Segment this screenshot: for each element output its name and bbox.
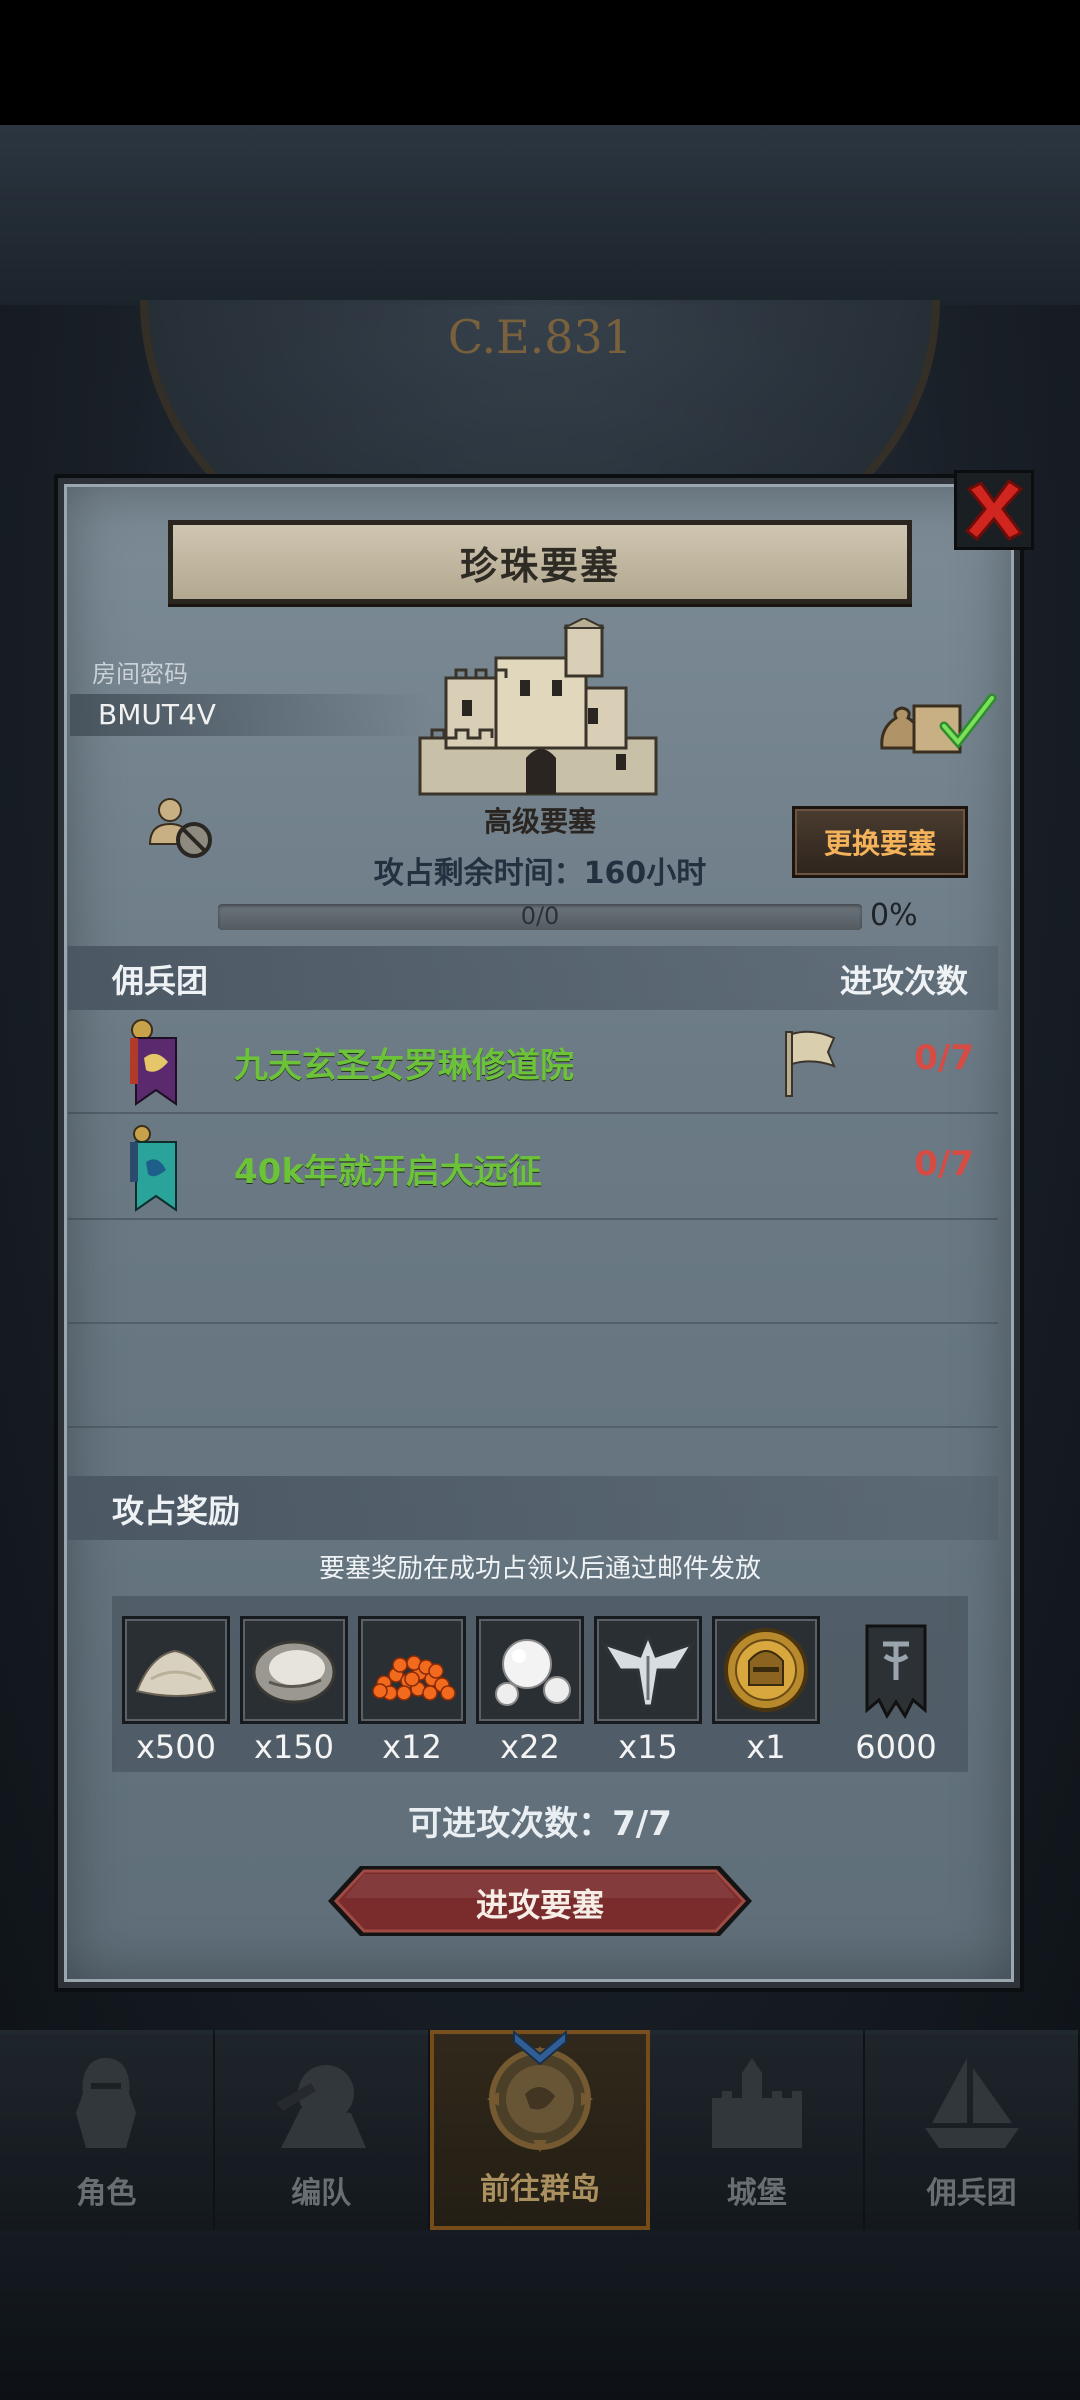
attack-count-header: 进攻次数	[839, 962, 968, 1000]
nav-label: 城堡	[726, 2176, 787, 2211]
capture-progress-bar: 0/0	[218, 902, 862, 930]
reward-note: 要塞奖励在成功占领以后通过邮件发放	[318, 1554, 761, 1584]
roe-bead	[404, 1671, 420, 1687]
reward-item[interactable]: 6000	[842, 1616, 950, 1766]
roe-bead	[396, 1685, 412, 1701]
reward-item[interactable]: x15	[594, 1616, 702, 1766]
fortress-icon	[416, 616, 660, 796]
mercenary-header: 佣兵团	[112, 962, 209, 1000]
mercenary-attack-count: 0/7	[914, 1144, 974, 1184]
mercenary-row[interactable]: 40k年就开启大远征 0/7	[68, 1116, 998, 1220]
nav-label: 佣兵团	[926, 2176, 1017, 2211]
empty-row-divider	[68, 1426, 998, 1428]
room-code: BMUT4V	[98, 698, 216, 731]
close-button[interactable]	[954, 470, 1034, 550]
reward-header: 攻占奖励	[112, 1492, 241, 1530]
winged-crest-icon	[594, 1616, 702, 1724]
roe-bead	[372, 1683, 388, 1699]
remaining-attacks: 可进攻次数：7/7	[408, 1804, 672, 1844]
bottom-nav: 角色 编队 前往群岛 城堡 佣兵团	[0, 2028, 1080, 2230]
nav-label: 角色	[76, 2176, 137, 2211]
title-banner: 珍珠要塞	[168, 520, 912, 604]
reward-qty: x12	[382, 1728, 442, 1766]
mercenary-name: 九天玄圣女罗琳修道院	[234, 1046, 574, 1086]
close-icon	[964, 478, 1024, 542]
reward-qty: x500	[135, 1728, 216, 1766]
dialog-title: 珍珠要塞	[459, 543, 620, 588]
roe-bead	[422, 1685, 438, 1701]
background-band	[0, 125, 1080, 305]
oyster-icon	[240, 1616, 348, 1724]
formation-icon	[266, 2048, 376, 2158]
roe-bead	[440, 1685, 456, 1701]
guild-banner-icon	[124, 1124, 184, 1214]
nav-label: 编队	[291, 2176, 352, 2211]
nav-item-character[interactable]: 角色	[0, 2030, 215, 2230]
reward-qty: x1	[746, 1728, 786, 1766]
time-remaining: 攻占剩余时间：160小时	[373, 856, 707, 891]
background-bottom	[0, 2230, 1080, 2400]
reward-item[interactable]: x1	[712, 1616, 820, 1766]
reward-qty: x150	[253, 1728, 334, 1766]
guild-banner-icon	[842, 1616, 950, 1724]
roe-bead	[428, 1663, 444, 1679]
reward-item[interactable]: x12	[358, 1616, 466, 1766]
mercenary-attack-count: 0/7	[914, 1038, 974, 1078]
attack-fortress-label: 进攻要塞	[475, 1886, 604, 1924]
nav-item-formation[interactable]: 编队	[215, 2030, 430, 2230]
nav-item-castle[interactable]: 城堡	[650, 2030, 866, 2230]
attack-fortress-button[interactable]: 进攻要塞	[326, 1862, 754, 1940]
empty-row-divider	[68, 1322, 998, 1324]
reward-qty: x15	[618, 1728, 678, 1766]
mercenary-name: 40k年就开启大远征	[234, 1152, 542, 1192]
nav-label: 前往群岛	[479, 2172, 600, 2207]
flag-icon	[782, 1028, 838, 1098]
reward-qty: 6000	[855, 1728, 937, 1766]
fish-roe-icon	[358, 1616, 466, 1724]
mercenary-row[interactable]: 九天玄圣女罗琳修道院 0/7	[68, 1010, 998, 1114]
reward-claimed-icon	[878, 688, 998, 758]
reward-item[interactable]: x500	[122, 1616, 230, 1766]
reward-qty: x22	[500, 1728, 560, 1766]
pearl-icon	[476, 1616, 584, 1724]
reward-item[interactable]: x22	[476, 1616, 584, 1766]
flour-pile-icon	[122, 1616, 230, 1724]
progress-percent: 0%	[870, 898, 918, 933]
chevron-down-icon	[510, 2028, 570, 2068]
guild-banner-icon	[124, 1018, 184, 1108]
gold-helmet-coin-icon	[712, 1616, 820, 1724]
room-code-label: 房间密码	[92, 660, 188, 688]
nav-item-islands[interactable]: 前往群岛	[429, 2028, 651, 2230]
ship-icon	[917, 2048, 1027, 2158]
status-bar-area	[0, 0, 1080, 125]
era-year-label: C.E.831	[447, 310, 633, 364]
progress-count: 0/0	[520, 902, 560, 930]
castle-icon	[702, 2048, 812, 2158]
reward-item[interactable]: x150	[240, 1616, 348, 1766]
knight-icon	[51, 2048, 161, 2158]
nav-item-mercenaries[interactable]: 佣兵团	[865, 2030, 1080, 2230]
roe-bead	[392, 1657, 408, 1673]
